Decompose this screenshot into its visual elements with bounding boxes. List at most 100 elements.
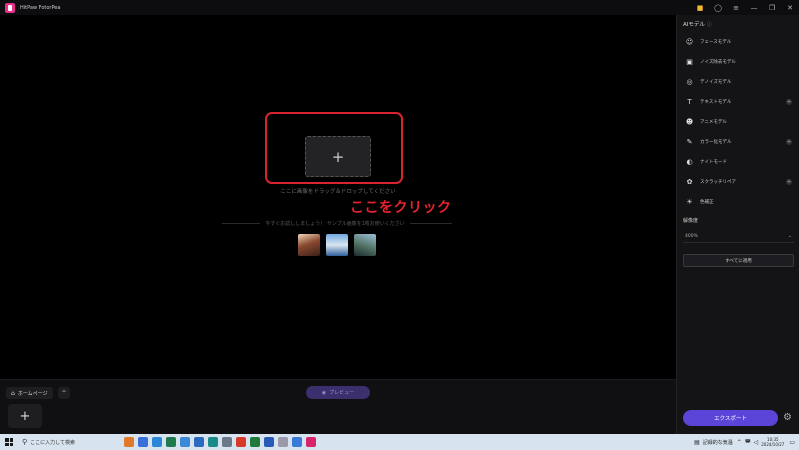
- notification-icon[interactable]: ▭: [789, 439, 795, 446]
- right-panel: AIモデル ⓘ ☺ フェースモデル ▣ ノイズ除去モデル ◎ デノイズモデル T テキストモデ…: [676, 15, 799, 434]
- window-controls: ■ ◯ ≡ — ❐ ✕: [691, 0, 799, 15]
- tray-arrow-icon[interactable]: ⌃: [737, 439, 742, 446]
- taskbar-app-icon[interactable]: [166, 437, 176, 447]
- windows-start-icon[interactable]: [0, 434, 18, 450]
- bottom-bar: ⌂ ホームページ ^ ◉ プレビュー +: [0, 379, 676, 434]
- panel-title: AIモデル: [683, 22, 705, 28]
- menu-icon[interactable]: ≡: [727, 0, 745, 15]
- taskbar-app-icon[interactable]: [124, 437, 134, 447]
- annotation-text: ここをクリック: [350, 200, 452, 216]
- model-item[interactable]: ◐ ナイトモード: [677, 152, 799, 172]
- denoise-icon: ▣: [686, 58, 693, 66]
- taskbar-app-icon[interactable]: [180, 437, 190, 447]
- taskbar-app-icon[interactable]: [208, 437, 218, 447]
- resolution-label: 解像度: [683, 218, 699, 224]
- home-page-button[interactable]: ⌂ ホームページ: [6, 387, 53, 399]
- model-item[interactable]: ☀ 色補正: [677, 192, 799, 212]
- color-correct-icon: ☀: [686, 198, 693, 206]
- taskbar-app-icon[interactable]: [222, 437, 232, 447]
- model-label: 色補正: [700, 200, 714, 205]
- taskbar-app-icon[interactable]: [264, 437, 274, 447]
- sample-image-bird[interactable]: [354, 234, 376, 256]
- system-tray: ▤ 記録的な気温 ⌃ ◚ ◁ 10:35 2024/10/27 ▭: [694, 434, 799, 450]
- gear-icon[interactable]: ⚙: [783, 413, 792, 423]
- sample-image-landscape[interactable]: [326, 234, 348, 256]
- model-label: ナイトモード: [700, 160, 727, 165]
- app-logo-icon: [5, 2, 15, 13]
- search-icon: ⚲: [22, 438, 28, 446]
- upload-button[interactable]: +: [305, 136, 371, 177]
- network-icon[interactable]: ◚: [745, 439, 751, 446]
- divider-right: [404, 223, 452, 224]
- colorize-icon: ✎: [686, 138, 693, 146]
- taskbar-app-icon[interactable]: [250, 437, 260, 447]
- windows-taskbar: ⚲ ここに入力して検索 ▤ 記録的な気温 ⌃ ◚ ◁ 10:35 2024/10…: [0, 434, 799, 450]
- eye-icon: ◉: [321, 389, 327, 396]
- preview-button[interactable]: ◉ プレビュー: [306, 386, 370, 399]
- collapse-button[interactable]: ^: [58, 387, 70, 399]
- weather-icon[interactable]: ▤: [694, 439, 700, 446]
- taskbar-app-icon[interactable]: [236, 437, 246, 447]
- scratch-icon: ✿: [686, 178, 693, 186]
- apply-all-button[interactable]: すべてに適用: [683, 254, 794, 267]
- main-canvas: + ここに画像をドラッグ＆ドロップしてください ここをクリック 今すぐお試ししま…: [0, 15, 676, 379]
- sample-thumbnails: [298, 234, 376, 256]
- model-item[interactable]: ✎ カラー化モデル +: [677, 132, 799, 152]
- model-label: カラー化モデル: [700, 140, 732, 145]
- taskbar-app-icon[interactable]: [138, 437, 148, 447]
- minimize-icon[interactable]: —: [745, 0, 763, 15]
- add-model-icon[interactable]: +: [786, 99, 792, 105]
- drop-hint: ここに画像をドラッグ＆ドロップしてください: [280, 189, 396, 195]
- clock[interactable]: 10:35 2024/10/27: [761, 437, 784, 447]
- model-list: ☺ フェースモデル ▣ ノイズ除去モデル ◎ デノイズモデル T テキストモデル + ☻ アニメモデ…: [677, 32, 799, 212]
- ai-model-heading: AIモデル ⓘ: [683, 20, 712, 29]
- home-icon: ⌂: [11, 389, 15, 397]
- model-item[interactable]: ✿ スクラッチリペア +: [677, 172, 799, 192]
- close-icon[interactable]: ✕: [781, 0, 799, 15]
- export-button[interactable]: エクスポート: [683, 410, 778, 426]
- info-icon[interactable]: ⓘ: [707, 21, 712, 28]
- add-model-icon[interactable]: +: [786, 139, 792, 145]
- model-label: ノイズ除去モデル: [700, 60, 736, 65]
- resolution-value: 400%: [685, 234, 698, 239]
- model-item[interactable]: T テキストモデル +: [677, 92, 799, 112]
- taskbar-app-icon[interactable]: [306, 437, 316, 447]
- model-item[interactable]: ▣ ノイズ除去モデル: [677, 52, 799, 72]
- sample-image-portrait[interactable]: [298, 234, 320, 256]
- resolution-select[interactable]: 400% ⌄: [683, 231, 794, 243]
- lens-icon: ◎: [686, 78, 693, 86]
- volume-icon[interactable]: ◁: [754, 439, 759, 446]
- weather-text[interactable]: 記録的な気温: [703, 439, 733, 446]
- add-model-icon[interactable]: +: [786, 179, 792, 185]
- maximize-icon[interactable]: ❐: [763, 0, 781, 15]
- sample-hint: 今すぐお試ししましょう！ サンプル画像を1枚お使いください: [260, 220, 410, 227]
- model-item[interactable]: ☻ アニメモデル: [677, 112, 799, 132]
- model-label: テキストモデル: [700, 100, 732, 105]
- app-title: HitPaw FotorPea: [20, 4, 61, 11]
- taskbar-app-icon[interactable]: [292, 437, 302, 447]
- taskbar-app-icon[interactable]: [152, 437, 162, 447]
- gift-icon[interactable]: ■: [691, 0, 709, 15]
- chevron-up-icon: ^: [61, 389, 67, 397]
- preview-label: プレビュー: [329, 390, 355, 396]
- add-image-button[interactable]: +: [8, 404, 42, 428]
- model-label: フェースモデル: [700, 40, 732, 45]
- face-icon: ☺: [685, 38, 694, 46]
- taskbar-app-icon[interactable]: [194, 437, 204, 447]
- taskbar-apps: [124, 437, 316, 447]
- plus-icon: +: [331, 147, 345, 166]
- title-bar: HitPaw FotorPea ■ ◯ ≡ — ❐ ✕: [0, 0, 799, 15]
- model-label: アニメモデル: [700, 120, 727, 125]
- home-label: ホームページ: [17, 390, 48, 397]
- taskbar-app-icon[interactable]: [278, 437, 288, 447]
- model-item[interactable]: ◎ デノイズモデル: [677, 72, 799, 92]
- model-item[interactable]: ☺ フェースモデル: [677, 32, 799, 52]
- model-label: デノイズモデル: [700, 80, 732, 85]
- chevron-down-icon: ⌄: [787, 233, 792, 239]
- taskbar-search[interactable]: ⚲ ここに入力して検索: [18, 434, 104, 450]
- text-icon: T: [687, 98, 692, 106]
- model-label: スクラッチリペア: [700, 180, 736, 185]
- search-placeholder: ここに入力して検索: [30, 439, 75, 446]
- account-icon[interactable]: ◯: [709, 0, 727, 15]
- clock-date: 2024/10/27: [761, 442, 785, 447]
